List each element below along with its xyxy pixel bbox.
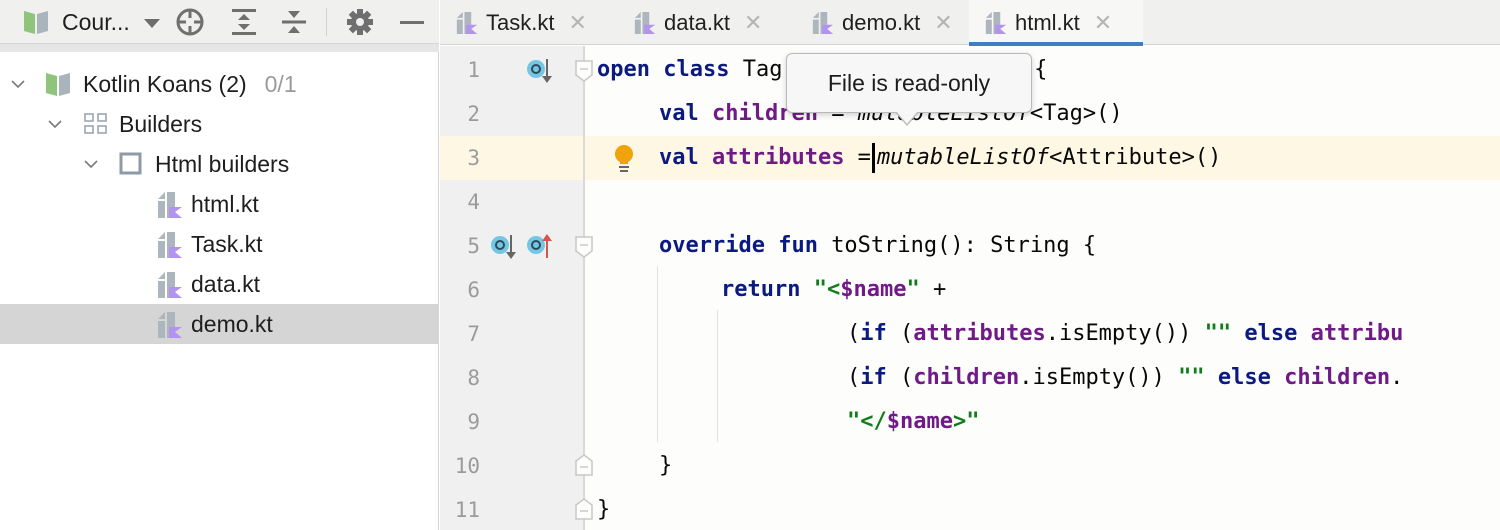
close-icon[interactable]: ✕ xyxy=(744,10,762,36)
tree-item-file-selected[interactable]: demo.kt xyxy=(0,304,439,344)
line-number: 6 xyxy=(467,278,480,302)
code-line[interactable]: 8 (if (children.isEmpty()) "" else child… xyxy=(440,356,1500,400)
expand-all-icon[interactable] xyxy=(228,6,260,38)
file-name: html.kt xyxy=(191,190,259,217)
tree-item-course[interactable]: Kotlin Koans (2) 0/1 xyxy=(0,64,439,104)
code-line[interactable]: 11 } xyxy=(440,488,1500,530)
line-number: 9 xyxy=(467,410,480,434)
close-icon[interactable]: ✕ xyxy=(1094,10,1112,36)
overrides-up-icon[interactable] xyxy=(526,232,554,260)
line-number: 3 xyxy=(467,146,480,170)
panel-divider xyxy=(0,44,439,52)
project-toolbar: Cour... xyxy=(0,0,439,44)
editor-tabs: Task.kt ✕ data.kt ✕ demo.kt ✕ html.kt ✕ xyxy=(440,0,1500,46)
tab-html-kt[interactable]: html.kt ✕ xyxy=(969,0,1143,46)
chevron-down-icon[interactable] xyxy=(83,156,99,172)
lesson-name: Builders xyxy=(119,110,203,137)
code-line[interactable]: 9 "</$name>" xyxy=(440,400,1500,444)
code-editor[interactable]: 1 open class Tag(val name: String) { 2 v… xyxy=(440,46,1500,530)
course-selector[interactable]: Cour... xyxy=(22,6,160,38)
kotlin-file-icon xyxy=(812,11,834,34)
tab-data-kt[interactable]: data.kt ✕ xyxy=(618,0,796,45)
course-book-icon xyxy=(46,73,70,96)
chevron-down-icon[interactable] xyxy=(47,116,63,132)
code-text: } xyxy=(597,497,611,522)
lightbulb-icon[interactable] xyxy=(612,144,636,174)
read-only-tooltip: File is read-only xyxy=(786,53,1032,113)
code-text: (if (children.isEmpty()) "" else childre… xyxy=(847,365,1404,390)
indent-guide xyxy=(657,266,658,442)
tree-item-file[interactable]: html.kt xyxy=(0,184,439,224)
file-name: demo.kt xyxy=(191,310,273,337)
tree-item-file[interactable]: Task.kt xyxy=(0,224,439,264)
kotlin-file-icon xyxy=(456,11,478,34)
close-icon[interactable]: ✕ xyxy=(568,10,586,36)
kotlin-file-icon xyxy=(158,192,182,218)
tab-label: demo.kt xyxy=(842,9,921,35)
project-tree: Kotlin Koans (2) 0/1 Builders Html build… xyxy=(0,64,439,344)
line-number: 11 xyxy=(454,498,480,522)
fold-marker-icon[interactable] xyxy=(575,60,593,82)
fold-marker-icon[interactable] xyxy=(575,236,593,258)
fold-end-marker-icon[interactable] xyxy=(575,498,593,520)
task-name: Html builders xyxy=(155,150,290,177)
gear-icon[interactable] xyxy=(344,6,376,38)
code-text: "</$name>" xyxy=(847,409,980,434)
kotlin-file-icon xyxy=(985,11,1007,34)
tree-item-file[interactable]: data.kt xyxy=(0,264,439,304)
kotlin-file-icon xyxy=(158,312,182,338)
code-line-current[interactable]: 3 val attributes = mutableListOf<Attribut… xyxy=(440,136,1500,180)
task-square-icon xyxy=(119,152,142,175)
tab-task-kt[interactable]: Task.kt ✕ xyxy=(440,0,610,45)
line-number: 8 xyxy=(467,366,480,390)
toolbar-separator xyxy=(326,8,327,36)
code-text: return "<$name" + xyxy=(721,277,947,302)
project-panel: Cour... Kotlin Koans (2) 0/1 Builders Ht… xyxy=(0,0,439,530)
course-book-icon xyxy=(24,11,48,34)
code-text: val attributes = mutableListOf<Attribute>… xyxy=(659,136,1221,180)
tab-label: html.kt xyxy=(1015,9,1080,35)
code-text: override fun toString(): String { xyxy=(659,233,1097,258)
line-number: 5 xyxy=(467,234,480,258)
tooltip-text: File is read-only xyxy=(827,69,991,96)
tree-item-task[interactable]: Html builders xyxy=(0,144,439,184)
dropdown-arrow-icon xyxy=(143,18,160,28)
code-line[interactable]: 4 xyxy=(440,180,1500,224)
minimize-icon[interactable] xyxy=(396,6,428,38)
course-selector-label: Cour... xyxy=(62,8,130,35)
line-number: 4 xyxy=(467,190,480,214)
code-line[interactable]: 6 return "<$name" + xyxy=(440,268,1500,312)
locate-icon[interactable] xyxy=(174,6,206,38)
implemented-down-icon[interactable] xyxy=(526,56,554,84)
code-text: (if (attributes.isEmpty()) "" else attri… xyxy=(847,321,1404,346)
tab-label: Task.kt xyxy=(486,9,555,35)
line-number: 10 xyxy=(454,454,480,478)
tree-item-lesson[interactable]: Builders xyxy=(0,104,439,144)
collapse-all-icon[interactable] xyxy=(278,6,310,38)
close-icon[interactable]: ✕ xyxy=(934,10,952,36)
kotlin-file-icon xyxy=(158,272,182,298)
implemented-down-icon[interactable] xyxy=(490,232,518,260)
course-name: Kotlin Koans (2) xyxy=(83,70,247,97)
line-number: 1 xyxy=(467,58,480,82)
file-name: Task.kt xyxy=(191,230,263,257)
lesson-grid-icon xyxy=(84,113,107,134)
fold-end-marker-icon[interactable] xyxy=(575,454,593,476)
kotlin-file-icon xyxy=(634,11,656,34)
code-text: } xyxy=(659,453,673,478)
tab-demo-kt[interactable]: demo.kt ✕ xyxy=(796,0,968,45)
line-number: 2 xyxy=(467,102,480,126)
course-progress: 0/1 xyxy=(264,70,297,97)
line-number: 7 xyxy=(467,322,480,346)
tab-label: data.kt xyxy=(664,9,731,35)
text-cursor xyxy=(871,143,875,173)
kotlin-file-icon xyxy=(158,232,182,258)
indent-guide xyxy=(717,310,718,442)
file-name: data.kt xyxy=(191,270,261,297)
code-line[interactable]: 7 (if (attributes.isEmpty()) "" else att… xyxy=(440,312,1500,356)
code-line[interactable]: 5 override fun toString(): String { xyxy=(440,224,1500,268)
code-line[interactable]: 10 } xyxy=(440,444,1500,488)
chevron-down-icon[interactable] xyxy=(10,76,26,92)
